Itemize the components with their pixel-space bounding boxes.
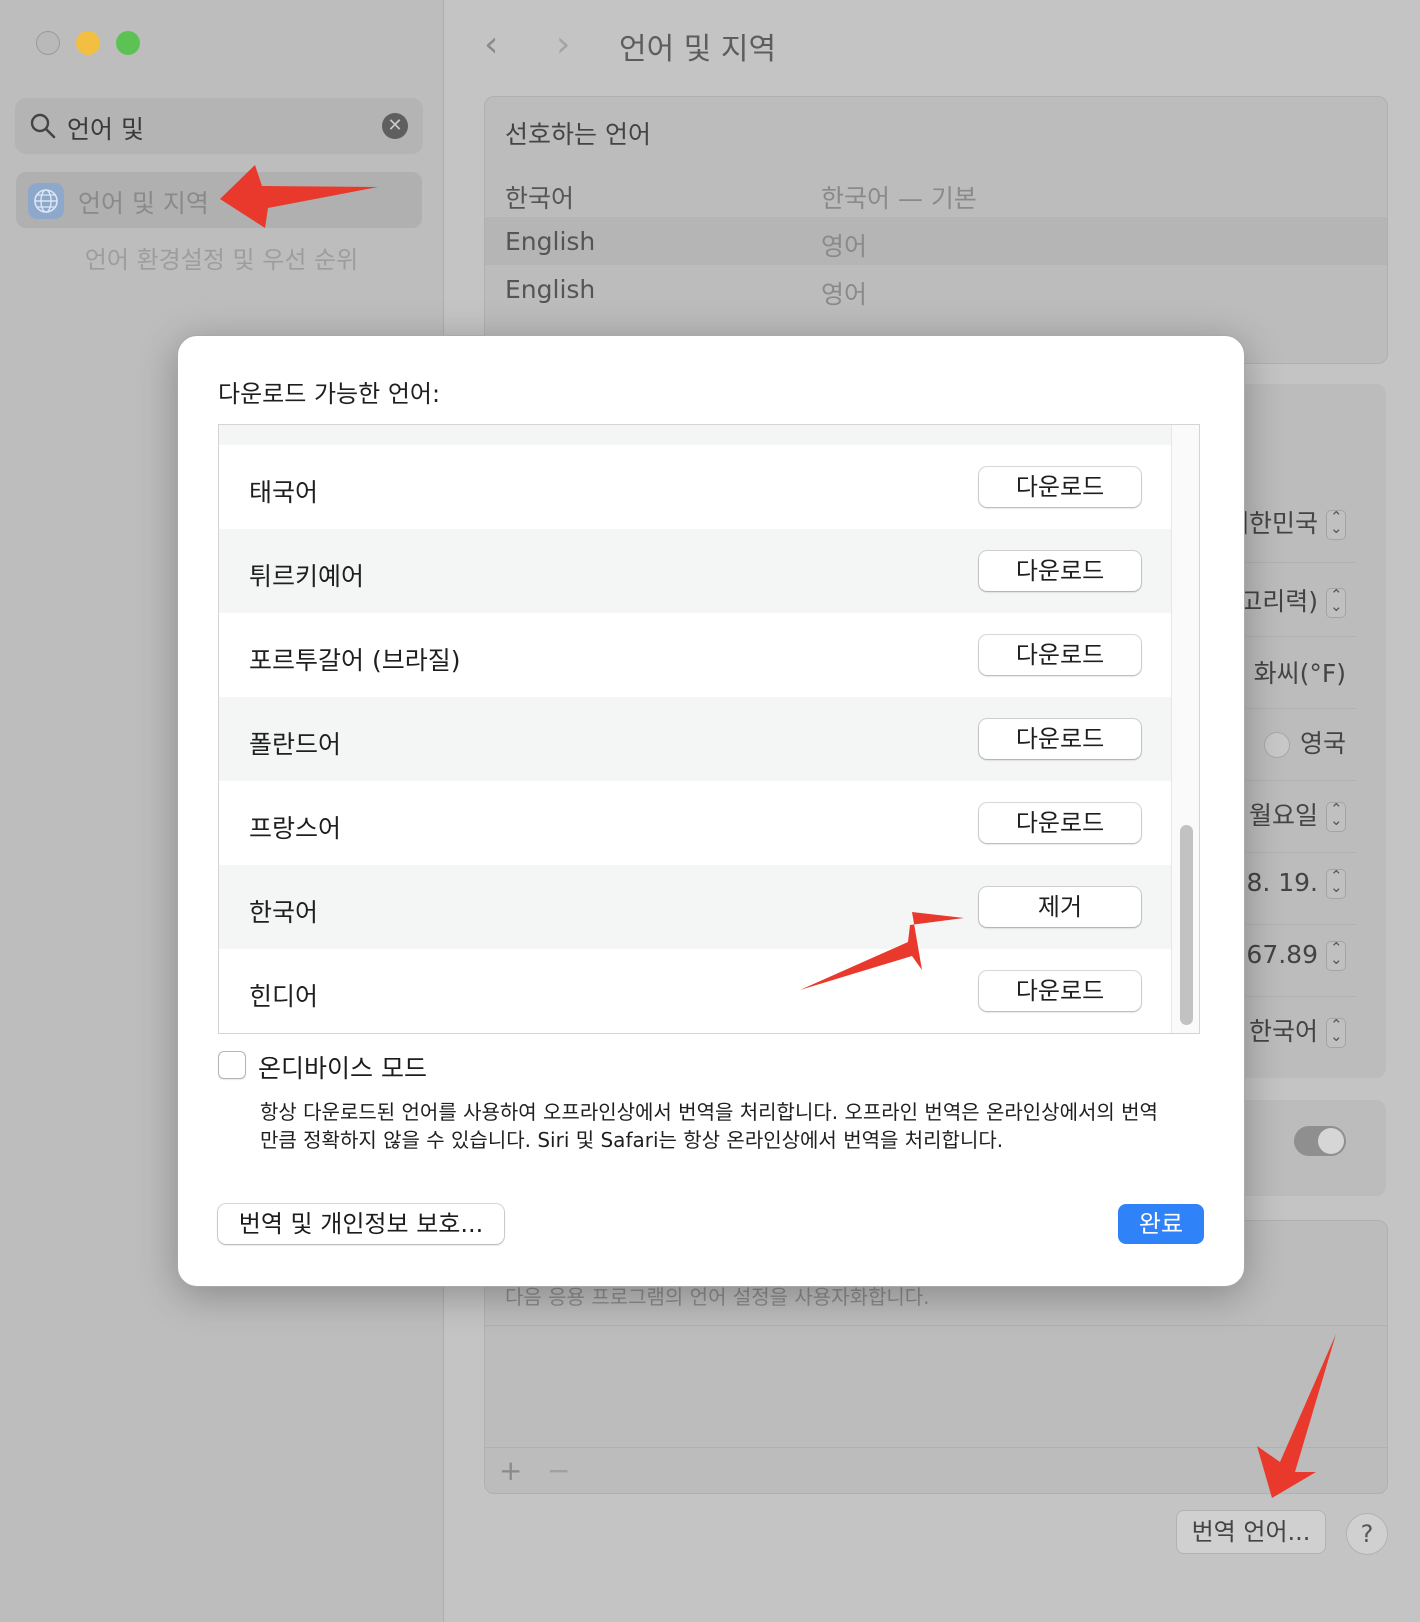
first-day-popup[interactable]: 월요일 — [1249, 796, 1346, 832]
remove-button[interactable]: 제거 — [979, 887, 1141, 927]
on-device-checkbox[interactable] — [218, 1051, 246, 1079]
language-detail: 영어 — [821, 232, 868, 261]
language-name: English — [505, 227, 596, 256]
preferred-language-row[interactable]: English 영어 — [485, 217, 1387, 265]
search-field[interactable]: 언어 및 ✕ — [15, 98, 423, 154]
stepper-icon — [1326, 800, 1346, 832]
on-device-description: 항상 다운로드된 언어를 사용하여 오프라인상에서 번역을 처리합니다. 오프라… — [260, 1100, 1158, 1152]
list-sort-value: 한국어 — [1248, 1017, 1318, 1046]
language-name: 힌디어 — [249, 982, 319, 1011]
scrollbar[interactable] — [1171, 425, 1199, 1033]
preferred-languages-list: 선호하는 언어 한국어 한국어 — 기본 English 영어 English … — [484, 96, 1388, 364]
download-button[interactable]: 다운로드 — [979, 971, 1141, 1011]
clear-search-icon[interactable]: ✕ — [382, 113, 408, 139]
list-item: 힌디어 다운로드 — [219, 949, 1171, 1033]
page-title: 언어 및 지역 — [619, 32, 777, 67]
back-chevron-icon[interactable]: ‹ — [484, 24, 498, 65]
download-languages-sheet: 다운로드 가능한 언어: 태국어 다운로드 튀르키예어 다운로드 포르투갈어 (… — [177, 335, 1245, 1287]
language-name: 포르투갈어 (브라질) — [249, 646, 461, 675]
list-item: 포르투갈어 (브라질) 다운로드 — [219, 613, 1171, 697]
zoom-window-button[interactable] — [116, 31, 140, 55]
download-button[interactable]: 다운로드 — [979, 719, 1141, 759]
language-name: 한국어 — [505, 184, 575, 213]
close-window-button[interactable] — [36, 31, 60, 55]
language-name: 태국어 — [249, 478, 319, 507]
languages-list: 태국어 다운로드 튀르키예어 다운로드 포르투갈어 (브라질) 다운로드 폴란드… — [218, 424, 1200, 1034]
add-app-button[interactable]: + — [499, 1454, 522, 1487]
minimize-window-button[interactable] — [76, 31, 100, 55]
list-item: 튀르키예어 다운로드 — [219, 529, 1171, 613]
list-item: 태국어 다운로드 — [219, 445, 1171, 529]
temperature-label: 화씨(°F) — [1253, 659, 1346, 688]
help-button[interactable]: ? — [1346, 1513, 1388, 1555]
language-name: English — [505, 275, 596, 304]
sidebar-item-label: 언어 및 지역 — [78, 189, 209, 218]
preferred-language-row[interactable]: 한국어 한국어 — 기본 — [485, 169, 1387, 217]
stepper-icon — [1326, 586, 1346, 618]
language-name: 한국어 — [249, 898, 319, 927]
list-item: 프랑스어 다운로드 — [219, 781, 1171, 865]
stepper-icon — [1326, 867, 1346, 899]
measurement-label: 영국 — [1299, 729, 1346, 758]
radio-icon — [1263, 732, 1290, 758]
stepper-icon — [1326, 939, 1346, 971]
download-button[interactable]: 다운로드 — [979, 803, 1141, 843]
download-button[interactable]: 다운로드 — [979, 467, 1141, 507]
search-icon — [30, 113, 56, 139]
on-device-label: 온디바이스 모드 — [258, 1054, 427, 1083]
preferred-language-row[interactable]: English 영어 — [485, 265, 1387, 313]
sidebar-item-subtitle: 언어 환경설정 및 우선 순위 — [84, 246, 359, 274]
remove-app-button[interactable]: − — [547, 1454, 570, 1487]
applications-footer: + − — [485, 1447, 1387, 1493]
download-button[interactable]: 다운로드 — [979, 635, 1141, 675]
list-sort-popup[interactable]: 한국어 — [1249, 1012, 1346, 1048]
setting-toggle[interactable] — [1294, 1126, 1346, 1156]
first-day-value: 월요일 — [1248, 801, 1318, 830]
translation-privacy-button[interactable]: 번역 및 개인정보 보호... — [218, 1204, 504, 1244]
search-input-value[interactable]: 언어 및 — [67, 110, 144, 146]
language-detail: 영어 — [821, 280, 868, 309]
measurement-uk-radio[interactable]: 영국 — [1263, 724, 1346, 760]
language-name: 폴란드어 — [249, 730, 342, 759]
globe-icon — [28, 183, 64, 219]
stepper-icon — [1326, 1016, 1346, 1048]
done-button[interactable]: 완료 — [1118, 1204, 1204, 1244]
scrollbar-thumb[interactable] — [1180, 825, 1193, 1025]
language-detail: 한국어 — 기본 — [821, 184, 977, 213]
preferred-languages-title: 선호하는 언어 — [505, 120, 651, 149]
sheet-title: 다운로드 가능한 언어: — [218, 380, 441, 408]
translation-languages-button[interactable]: 번역 언어... — [1176, 1510, 1326, 1554]
download-button[interactable]: 다운로드 — [979, 551, 1141, 591]
list-item: 폴란드어 다운로드 — [219, 697, 1171, 781]
language-name: 튀르키예어 — [249, 562, 365, 591]
forward-chevron-icon[interactable]: › — [556, 24, 570, 65]
sidebar-item-language-region[interactable]: 언어 및 지역 — [16, 172, 422, 228]
language-name: 프랑스어 — [249, 814, 342, 843]
stepper-icon — [1326, 508, 1346, 540]
list-item: 한국어 제거 — [219, 865, 1171, 949]
